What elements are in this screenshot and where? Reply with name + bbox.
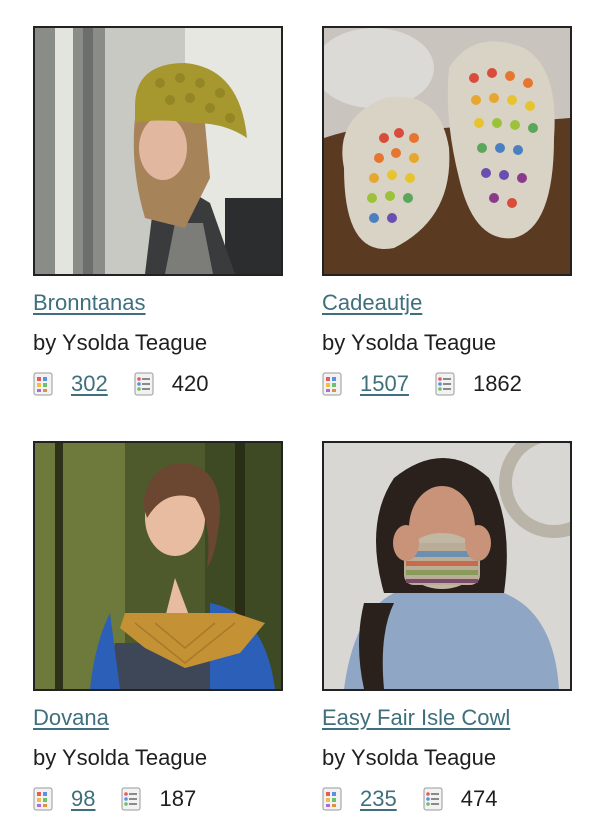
queued-count: 474 [460,786,498,811]
queued-stat: 187 [121,786,196,812]
designer-byline: by Ysolda Teague [322,330,497,355]
projects-count-link[interactable]: 235 [360,786,397,812]
projects-count-link[interactable]: 302 [71,371,108,397]
designer-byline: by Ysolda Teague [322,745,497,770]
pattern-title-link[interactable]: Bronntanas [33,290,283,316]
designer-byline: by Ysolda Teague [33,330,208,355]
pattern-stats: 1507 1862 [322,370,572,398]
pattern-title-link[interactable]: Dovana [33,705,283,731]
queue-list-icon [121,787,141,811]
photo-image [324,28,570,274]
pattern-stats: 235 474 [322,785,572,813]
pattern-title-link[interactable]: Cadeautje [322,290,572,316]
photo-image [35,28,281,274]
queue-list-icon [423,787,443,811]
queued-stat: 1862 [435,371,522,397]
pattern-card: Dovana by Ysolda Teague 98 187 [33,441,283,813]
projects-stat: 235 [322,786,397,812]
projects-stat: 1507 [322,371,409,397]
pattern-card: Easy Fair Isle Cowl by Ysolda Teague 235… [322,441,572,813]
pattern-grid: Bronntanas by Ysolda Teague 302 420 Cade… [0,0,600,837]
queued-count: 1862 [472,371,522,396]
pattern-stats: 302 420 [33,370,283,398]
projects-icon [322,372,342,396]
pattern-card: Bronntanas by Ysolda Teague 302 420 [33,26,283,398]
projects-icon [33,787,53,811]
queue-list-icon [435,372,455,396]
pattern-photo[interactable] [322,441,572,691]
projects-count-link[interactable]: 98 [71,786,95,812]
pattern-photo[interactable] [322,26,572,276]
pattern-photo[interactable] [33,26,283,276]
pattern-card: Cadeautje by Ysolda Teague 1507 1862 [322,26,572,398]
queued-stat: 474 [423,786,498,812]
photo-image [35,443,281,689]
designer-byline: by Ysolda Teague [33,745,208,770]
queued-count: 187 [159,786,197,811]
queue-list-icon [134,372,154,396]
queued-count: 420 [171,371,209,396]
pattern-title-link[interactable]: Easy Fair Isle Cowl [322,705,572,731]
photo-image [324,443,570,689]
pattern-stats: 98 187 [33,785,283,813]
projects-count-link[interactable]: 1507 [360,371,409,397]
projects-stat: 302 [33,371,108,397]
pattern-photo[interactable] [33,441,283,691]
projects-icon [33,372,53,396]
projects-icon [322,787,342,811]
queued-stat: 420 [134,371,209,397]
projects-stat: 98 [33,786,95,812]
